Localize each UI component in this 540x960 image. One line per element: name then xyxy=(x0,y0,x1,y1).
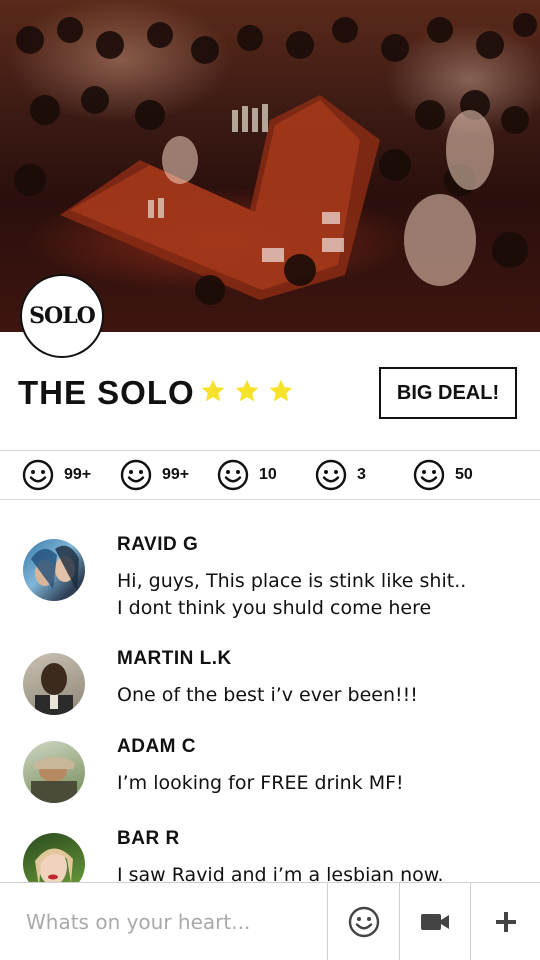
venue-header: THE SOLO BIG DEAL! xyxy=(0,360,540,450)
star-icon xyxy=(235,379,259,402)
emoji-button[interactable] xyxy=(327,883,399,960)
avatar-photo xyxy=(31,756,77,803)
comment-author[interactable]: MARTIN L.K xyxy=(117,648,232,670)
reaction-2[interactable]: 99+ xyxy=(120,459,189,491)
reaction-count: 99+ xyxy=(64,466,92,483)
smiley-icon xyxy=(315,459,347,491)
avatar[interactable] xyxy=(23,833,85,882)
add-button[interactable] xyxy=(470,883,540,960)
avatar[interactable] xyxy=(23,653,85,715)
comment-author[interactable]: BAR R xyxy=(117,828,180,850)
star-icon xyxy=(269,379,293,402)
comment-author[interactable]: RAVID G xyxy=(117,534,198,556)
reaction-5[interactable]: 50 xyxy=(413,459,473,491)
video-camera-icon xyxy=(421,914,449,930)
venue-title: THE SOLO xyxy=(18,374,195,411)
reaction-count: 3 xyxy=(357,466,366,483)
comment-text: I saw Ravid and i’m a lesbian now. xyxy=(117,864,444,882)
star-icon xyxy=(201,379,225,402)
smiley-icon xyxy=(22,459,54,491)
avatar-photo xyxy=(35,663,73,715)
comments-list: RAVID G Hi, guys, This place is stink li… xyxy=(0,500,540,882)
smiley-icon xyxy=(413,459,445,491)
reaction-count: 99+ xyxy=(162,466,190,483)
avatar[interactable] xyxy=(23,539,85,601)
smiley-icon xyxy=(217,459,249,491)
venue-logo-text: SOLO xyxy=(29,303,96,329)
avatar-photo xyxy=(35,848,73,882)
smiley-icon xyxy=(348,906,379,938)
big-deal-button[interactable]: BIG DEAL! xyxy=(379,367,517,419)
reaction-4[interactable]: 3 xyxy=(315,459,366,491)
avatar[interactable] xyxy=(23,741,85,803)
plus-icon xyxy=(495,912,516,932)
comment-text: One of the best i’v ever been!!! xyxy=(117,684,418,706)
venue-rating xyxy=(200,378,294,404)
venue-logo: SOLO xyxy=(20,274,104,358)
video-button[interactable] xyxy=(399,883,470,960)
comment-author[interactable]: ADAM C xyxy=(117,736,196,758)
comment-input[interactable] xyxy=(0,883,327,960)
smiley-icon xyxy=(120,459,152,491)
composer-bar xyxy=(0,882,540,960)
reaction-1[interactable]: 99+ xyxy=(22,459,91,491)
reaction-count: 50 xyxy=(455,466,473,483)
comment-text: Hi, guys, This place is stink like shit.… xyxy=(117,570,467,619)
comment-text: I’m looking for FREE drink MF! xyxy=(117,772,404,794)
reaction-count: 10 xyxy=(259,466,277,483)
avatar-photo xyxy=(31,545,79,591)
reactions-bar: 99+ 99+ 10 3 50 xyxy=(0,451,540,499)
reaction-3[interactable]: 10 xyxy=(217,459,277,491)
